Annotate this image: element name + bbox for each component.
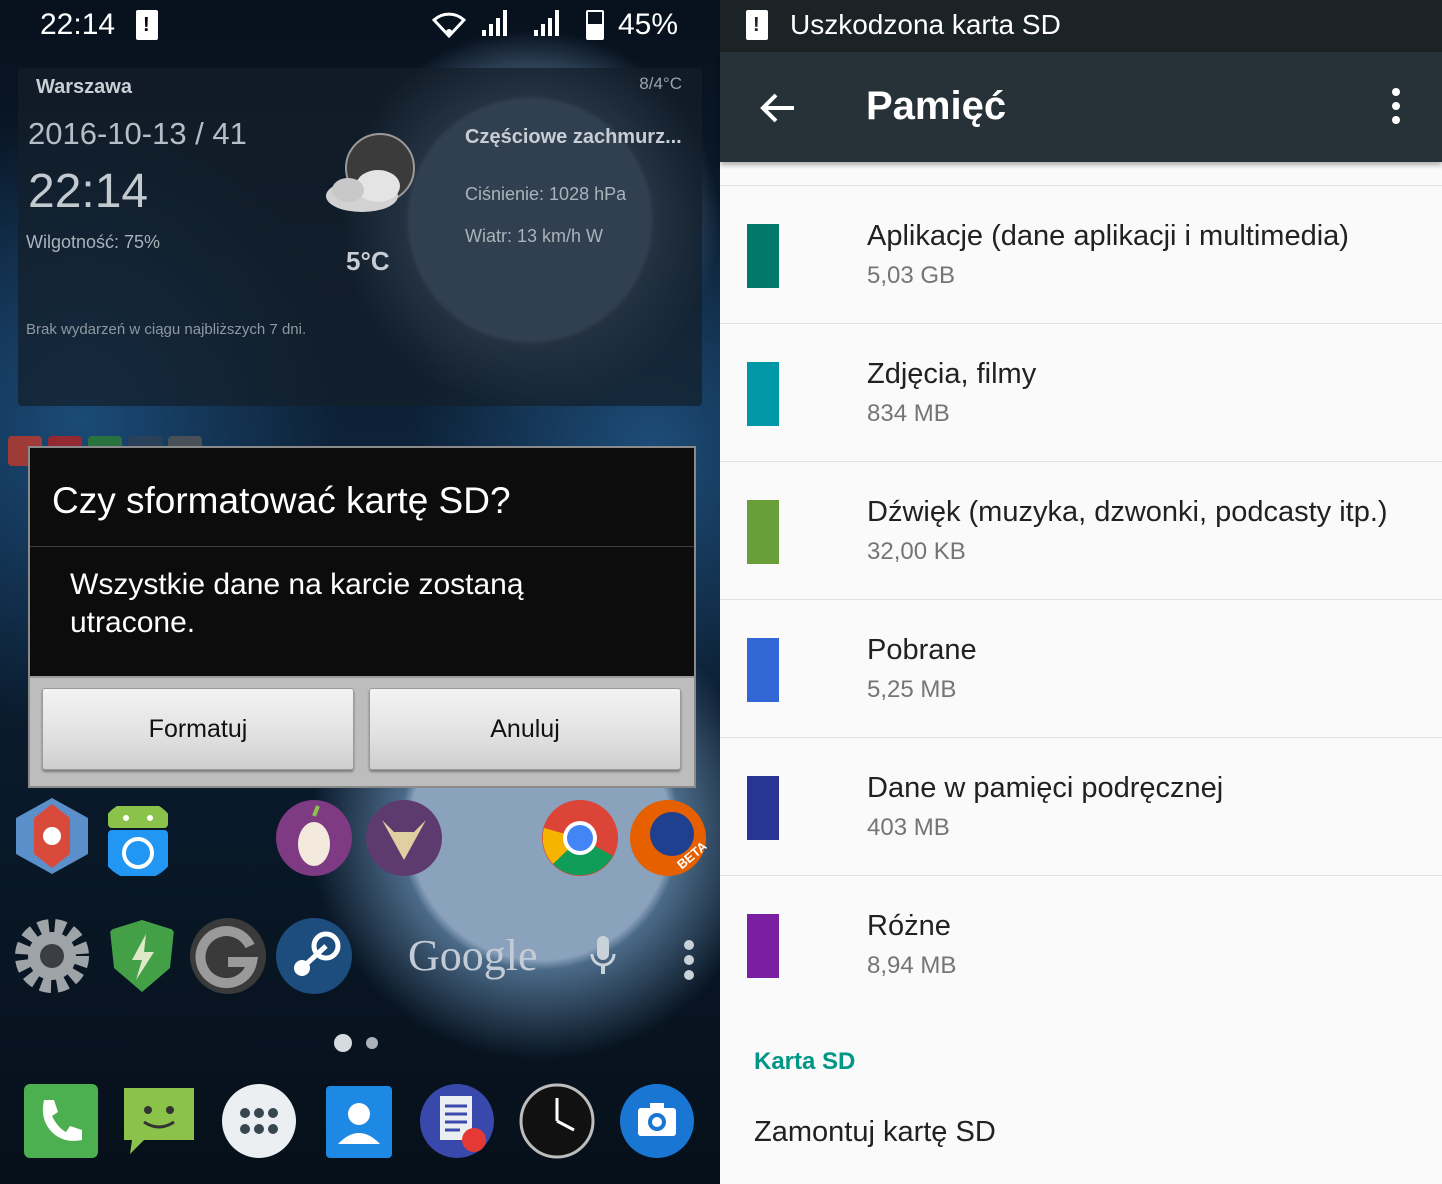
section-header-sd-card: Karta SD bbox=[754, 1048, 856, 1075]
status-notification: Uszkodzona karta SD bbox=[790, 9, 1061, 40]
weather-temp-range: 8/4°C bbox=[639, 74, 682, 93]
weather-no-events: Brak wydarzeń w ciągu najbliższych 7 dni… bbox=[26, 321, 307, 338]
back-arrow-icon[interactable] bbox=[758, 88, 798, 128]
storage-category-size: 8,94 MB bbox=[867, 952, 957, 979]
android-app-icon[interactable] bbox=[98, 800, 178, 880]
page-indicator bbox=[334, 1034, 378, 1052]
dialog-divider bbox=[30, 546, 694, 547]
app-drawer-icon[interactable] bbox=[220, 1082, 298, 1160]
orbot-tor-app-icon[interactable] bbox=[274, 798, 354, 878]
weather-city: Warszawa bbox=[36, 76, 132, 98]
weather-wind: Wiatr: 13 km/h W bbox=[465, 226, 604, 246]
storage-color-swatch bbox=[747, 638, 779, 702]
storage-category-size: 5,03 GB bbox=[867, 262, 956, 289]
google-search-logo[interactable]: Google bbox=[408, 930, 538, 981]
partly-cloudy-night-icon bbox=[326, 133, 415, 212]
signal-icon-2 bbox=[534, 10, 559, 36]
signal-icon-1 bbox=[482, 10, 507, 36]
cancel-button[interactable]: Anuluj bbox=[369, 688, 681, 770]
steam-app-icon[interactable] bbox=[274, 916, 354, 996]
storage-category-size: 32,00 KB bbox=[867, 538, 966, 565]
dialog-title: Czy sformatować kartę SD? bbox=[52, 480, 511, 521]
microphone-icon[interactable] bbox=[590, 936, 616, 976]
weather-humidity: Wilgotność: 75% bbox=[26, 232, 161, 252]
weather-clock: 22:14 bbox=[28, 165, 149, 218]
weather-temperature: 5°C bbox=[346, 246, 390, 276]
storage-category-row[interactable]: Pobrane 5,25 MB bbox=[720, 599, 1442, 737]
storage-category-title: Dane w pamięci podręcznej bbox=[867, 772, 1224, 804]
contacts-icon[interactable] bbox=[320, 1082, 398, 1160]
storage-settings-screen: Uszkodzona karta SD Pamięć Aplikacje (da… bbox=[720, 0, 1442, 1184]
sd-card-warning-icon bbox=[136, 10, 158, 40]
storage-category-size: 834 MB bbox=[867, 400, 950, 427]
battery-icon bbox=[586, 10, 604, 40]
gear-icon[interactable] bbox=[12, 916, 92, 996]
mount-sd-card-item[interactable]: Zamontuj kartę SD bbox=[754, 1116, 996, 1149]
home-screen: 22:14 45% Warszawa 8/4°C 2016-10-13 / 41… bbox=[0, 0, 720, 1184]
security-shield-app-icon[interactable] bbox=[102, 916, 182, 996]
storage-category-title: Aplikacje (dane aplikacji i multimedia) bbox=[867, 220, 1349, 252]
format-sd-dialog: Czy sformatować kartę SD? Wszystkie dane… bbox=[28, 446, 696, 788]
storage-category-title: Różne bbox=[867, 910, 951, 942]
storage-color-swatch bbox=[747, 500, 779, 564]
g-app-icon[interactable] bbox=[188, 916, 268, 996]
search-more-icon[interactable] bbox=[684, 940, 696, 980]
weather-date: 2016-10-13 / 41 bbox=[28, 116, 247, 151]
storage-category-row[interactable]: Aplikacje (dane aplikacji i multimedia) 5… bbox=[720, 185, 1442, 323]
storage-category-size: 403 MB bbox=[867, 814, 950, 841]
page-dot bbox=[366, 1037, 378, 1049]
weather-widget[interactable]: Warszawa 8/4°C 2016-10-13 / 41 22:14 Wil… bbox=[18, 68, 702, 406]
weather-pressure: Ciśnienie: 1028 hPa bbox=[465, 184, 627, 204]
dock bbox=[0, 1074, 720, 1184]
dialog-message: Wszystkie dane na karcie zostaną utracon… bbox=[70, 568, 524, 639]
storage-color-swatch bbox=[747, 776, 779, 840]
clock-icon[interactable] bbox=[518, 1082, 596, 1160]
status-bar: Uszkodzona karta SD bbox=[720, 0, 1442, 52]
notes-icon[interactable] bbox=[418, 1082, 496, 1160]
storage-category-row[interactable]: Zdjęcia, filmy 834 MB bbox=[720, 323, 1442, 461]
status-bar: 22:14 45% bbox=[0, 0, 720, 52]
page-title: Pamięć bbox=[866, 84, 1007, 128]
messaging-icon[interactable] bbox=[120, 1082, 198, 1160]
storage-list: Aplikacje (dane aplikacji i multimedia) 5… bbox=[720, 185, 1442, 1013]
storage-category-row[interactable]: Różne 8,94 MB bbox=[720, 875, 1442, 1013]
dialog-button-bar: Formatuj Anuluj bbox=[30, 676, 694, 786]
status-time: 22:14 bbox=[40, 8, 116, 41]
storage-category-title: Dźwięk (muzyka, dzwonki, podcasty itp.) bbox=[867, 496, 1388, 528]
app-toolbar: Pamięć bbox=[720, 52, 1442, 162]
weather-condition: Częściowe zachmurz... bbox=[465, 126, 682, 148]
storage-category-size: 5,25 MB bbox=[867, 676, 957, 703]
battery-percent: 45% bbox=[618, 8, 679, 41]
wifi-icon bbox=[432, 12, 466, 38]
storage-category-row[interactable]: Dźwięk (muzyka, dzwonki, podcasty itp.) 3… bbox=[720, 461, 1442, 599]
chrome-app-icon[interactable] bbox=[540, 798, 620, 878]
settings-cube-app-icon[interactable] bbox=[12, 796, 92, 876]
storage-color-swatch bbox=[747, 362, 779, 426]
firefox-beta-app-icon[interactable]: BETA bbox=[628, 798, 708, 878]
storage-category-title: Pobrane bbox=[867, 634, 977, 666]
storage-category-row[interactable]: Dane w pamięci podręcznej 403 MB bbox=[720, 737, 1442, 875]
sd-card-warning-icon bbox=[746, 10, 768, 40]
fox-app-icon[interactable] bbox=[364, 798, 444, 878]
phone-icon[interactable] bbox=[22, 1082, 100, 1160]
storage-color-swatch bbox=[747, 224, 779, 288]
overflow-menu-icon[interactable] bbox=[1390, 88, 1402, 128]
storage-category-title: Zdjęcia, filmy bbox=[867, 358, 1037, 390]
format-button[interactable]: Formatuj bbox=[42, 688, 354, 770]
camera-icon[interactable] bbox=[618, 1082, 696, 1160]
page-dot-active bbox=[334, 1034, 352, 1052]
storage-color-swatch bbox=[747, 914, 779, 978]
